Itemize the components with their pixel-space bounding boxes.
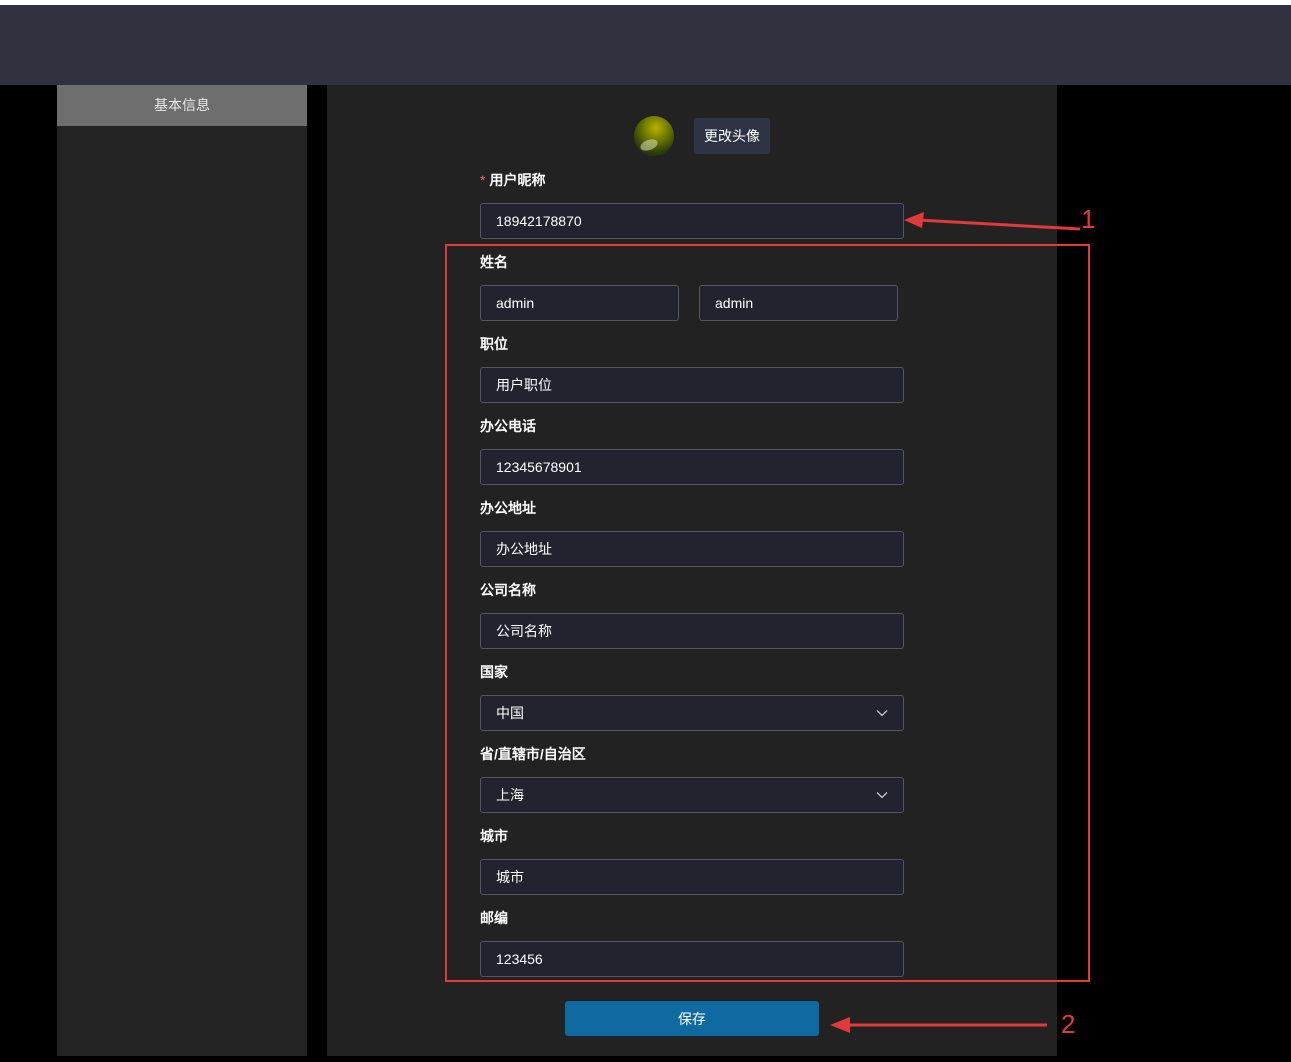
save-wrap: 保存 <box>565 1001 819 1036</box>
change-avatar-button[interactable]: 更改头像 <box>694 118 770 154</box>
nickname-label: * 用户昵称 <box>480 171 904 189</box>
annotation-highlight-box <box>445 244 1090 982</box>
sidebar-item-basic-info[interactable]: 基本信息 <box>57 85 307 126</box>
annotation-number-1: 1 <box>1081 204 1096 234</box>
nickname-label-text: 用户昵称 <box>489 172 546 188</box>
annotation-number-2: 2 <box>1061 1009 1076 1039</box>
avatar <box>634 116 674 156</box>
nickname-input[interactable]: 18942178870 <box>480 203 904 239</box>
top-header-bar <box>0 5 1291 85</box>
avatar-row: 更改头像 <box>634 115 770 157</box>
save-button[interactable]: 保存 <box>565 1001 819 1036</box>
sidebar: 基本信息 <box>57 85 307 1056</box>
required-mark: * <box>480 172 486 188</box>
